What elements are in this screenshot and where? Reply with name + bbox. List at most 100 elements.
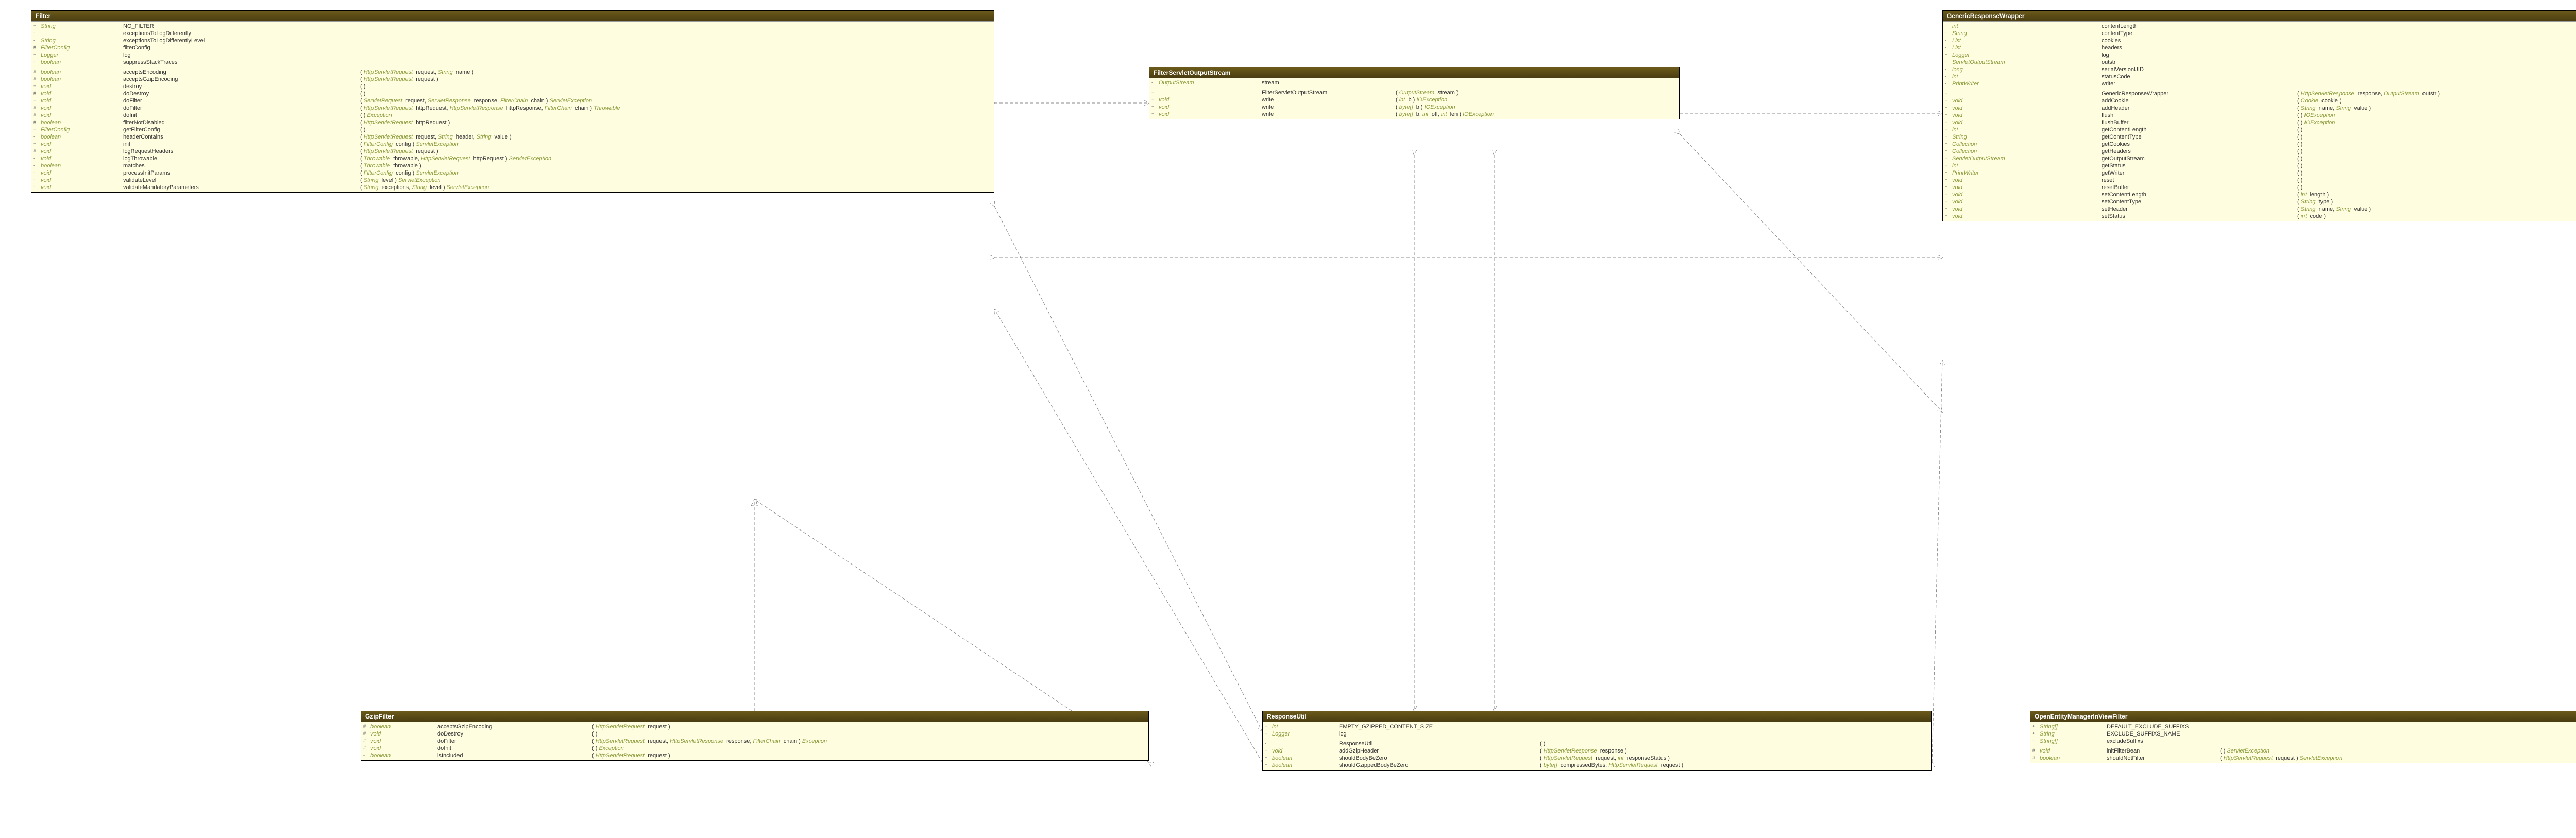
type-label: void <box>370 731 437 737</box>
type-label: void <box>1952 213 2102 219</box>
uml-class-filter[interactable]: Filter+StringNO_FILTER-exceptionsToLogDi… <box>31 10 994 193</box>
member-name: shouldBodyBeZero <box>1339 755 1540 761</box>
uml-method-row: -booleanmatches( Throwable throwable ) <box>31 162 994 169</box>
visibility-marker: + <box>2032 724 2040 730</box>
uml-field-row: -OutputStreamstream <box>1149 79 1679 87</box>
type-label: void <box>1952 206 2102 212</box>
visibility-marker: + <box>1151 111 1159 117</box>
visibility-marker: + <box>1151 90 1159 96</box>
member-name: write <box>1262 111 1396 117</box>
member-name: stream <box>1262 80 1396 86</box>
visibility-marker: # <box>33 69 41 75</box>
uml-method-row: #voiddoDestroy( ) <box>31 90 994 97</box>
uml-class-respUtil[interactable]: ResponseUtil+intEMPTY_GZIPPED_CONTENT_SI… <box>1262 711 1932 771</box>
uml-method-row: -voidvalidateMandatoryParameters( String… <box>31 184 994 191</box>
member-name: FilterServletOutputStream <box>1262 90 1396 96</box>
member-name: EMPTY_GZIPPED_CONTENT_SIZE <box>1339 724 1540 730</box>
class-title: Filter <box>31 11 994 21</box>
uml-field-row: +Loggerlog <box>31 52 994 59</box>
member-name: doInit <box>123 112 360 118</box>
visibility-marker: # <box>33 148 41 155</box>
type-label: void <box>1952 98 2102 104</box>
uml-field-row: +StringEXCLUDE_SUFFIXS_NAME <box>2030 730 2576 738</box>
uml-class-oemivf[interactable]: OpenEntityManagerInViewFilter+String[]DE… <box>2030 711 2576 763</box>
params: ( HttpServletRequest request ) ServletEx… <box>2220 755 2342 761</box>
uml-method-row: #booleanacceptsGzipEncoding( HttpServlet… <box>361 723 1148 730</box>
params: ( HttpServletRequest httpRequest ) <box>360 119 450 126</box>
type-label: int <box>1952 163 2102 169</box>
type-label: void <box>41 156 123 162</box>
member-name: excludeSuffixs <box>2107 738 2220 744</box>
uml-class-fsos[interactable]: FilterServletOutputStream -OutputStreamst… <box>1149 67 1680 119</box>
member-name: writer <box>2102 81 2297 87</box>
params: ( byte[] b, int off, int len ) IOExcepti… <box>1396 111 1494 117</box>
visibility-marker: - <box>1265 741 1272 747</box>
fields-section: +String[]DEFAULT_EXCLUDE_SUFFIXS+StringE… <box>2030 722 2576 746</box>
type-label: Collection <box>1952 141 2102 147</box>
params: ( HttpServletRequest request ) <box>360 76 438 82</box>
type-label: Logger <box>1272 731 1339 737</box>
member-name: GenericResponseWrapper <box>2102 91 2297 97</box>
member-name: doFilter <box>123 98 360 104</box>
params: ( HttpServletRequest request ) <box>360 148 438 155</box>
type-label: String <box>41 23 123 29</box>
params: ( ) ServletException <box>2220 748 2269 754</box>
visibility-marker: - <box>1945 81 1952 87</box>
visibility-marker: + <box>1945 112 1952 118</box>
params: ( ) IOException <box>2297 119 2335 126</box>
member-name: exceptionsToLogDifferently <box>123 30 360 37</box>
type-label: void <box>1952 192 2102 198</box>
type-label: String <box>41 38 123 44</box>
member-name: statusCode <box>2102 74 2297 80</box>
uml-method-row: #voiddoInit( ) Exception <box>31 112 994 119</box>
member-name: getOutputStream <box>2102 156 2297 162</box>
uml-method-row: -voidlogThrowable( Throwable throwable, … <box>31 155 994 162</box>
visibility-marker: + <box>33 127 41 133</box>
visibility-marker: # <box>33 45 41 51</box>
visibility-marker: + <box>1945 148 1952 155</box>
visibility-marker: + <box>1945 127 1952 133</box>
uml-method-row: +CollectiongetHeaders( ) <box>1943 148 2576 155</box>
uml-method-row: #voiddoFilter( HttpServletRequest reques… <box>361 738 1148 745</box>
params: ( HttpServletRequest request ) <box>592 724 670 730</box>
methods-section: #booleanacceptsGzipEncoding( HttpServlet… <box>361 722 1148 760</box>
visibility-marker: + <box>33 98 41 104</box>
visibility-marker: - <box>2032 738 2040 744</box>
type-label <box>1159 90 1262 96</box>
visibility-marker: + <box>1945 119 1952 126</box>
type-label: boolean <box>41 134 123 140</box>
visibility-marker: + <box>1945 163 1952 169</box>
member-name: EXCLUDE_SUFFIXS_NAME <box>2107 731 2220 737</box>
member-name: suppressStackTraces <box>123 59 360 65</box>
connector-line <box>994 206 1262 731</box>
member-name: getWriter <box>2102 170 2297 176</box>
visibility-marker: - <box>1151 80 1159 86</box>
type-label: String <box>2040 731 2107 737</box>
type-label: ServletOutputStream <box>1952 59 2102 65</box>
uml-method-row: +booleanshouldBodyBeZero( HttpServletReq… <box>1263 755 1931 762</box>
visibility-marker: + <box>1945 91 1952 97</box>
member-name: flush <box>2102 112 2297 118</box>
member-name: getContentType <box>2102 134 2297 140</box>
params: ( FilterConfig config ) ServletException <box>360 141 459 147</box>
type-label: long <box>1952 66 2102 73</box>
visibility-marker: + <box>1265 755 1272 761</box>
type-label: boolean <box>2040 755 2107 761</box>
member-name: log <box>2102 52 2297 58</box>
member-name: write <box>1262 97 1396 103</box>
params: ( FilterConfig config ) ServletException <box>360 170 459 176</box>
uml-method-row: +booleanshouldGzippedBodyBeZero( byte[] … <box>1263 762 1931 769</box>
member-name: cookies <box>2102 38 2297 44</box>
visibility-marker: - <box>1945 23 1952 29</box>
params: ( HttpServletResponse response, OutputSt… <box>2297 91 2440 97</box>
uml-field-row: -Listcookies <box>1943 37 2576 44</box>
visibility-marker: + <box>1265 724 1272 730</box>
uml-method-row: +voidaddGzipHeader( HttpServletResponse … <box>1263 747 1931 755</box>
fields-section: +StringNO_FILTER-exceptionsToLogDifferen… <box>31 21 994 67</box>
uml-class-gzip[interactable]: GzipFilter#booleanacceptsGzipEncoding( H… <box>361 711 1149 761</box>
visibility-marker: + <box>1945 52 1952 58</box>
uml-class-grw[interactable]: GenericResponseWrapper-intcontentLength-… <box>1942 10 2576 221</box>
member-name: logThrowable <box>123 156 360 162</box>
type-label: boolean <box>41 119 123 126</box>
member-name: reset <box>2102 177 2297 183</box>
